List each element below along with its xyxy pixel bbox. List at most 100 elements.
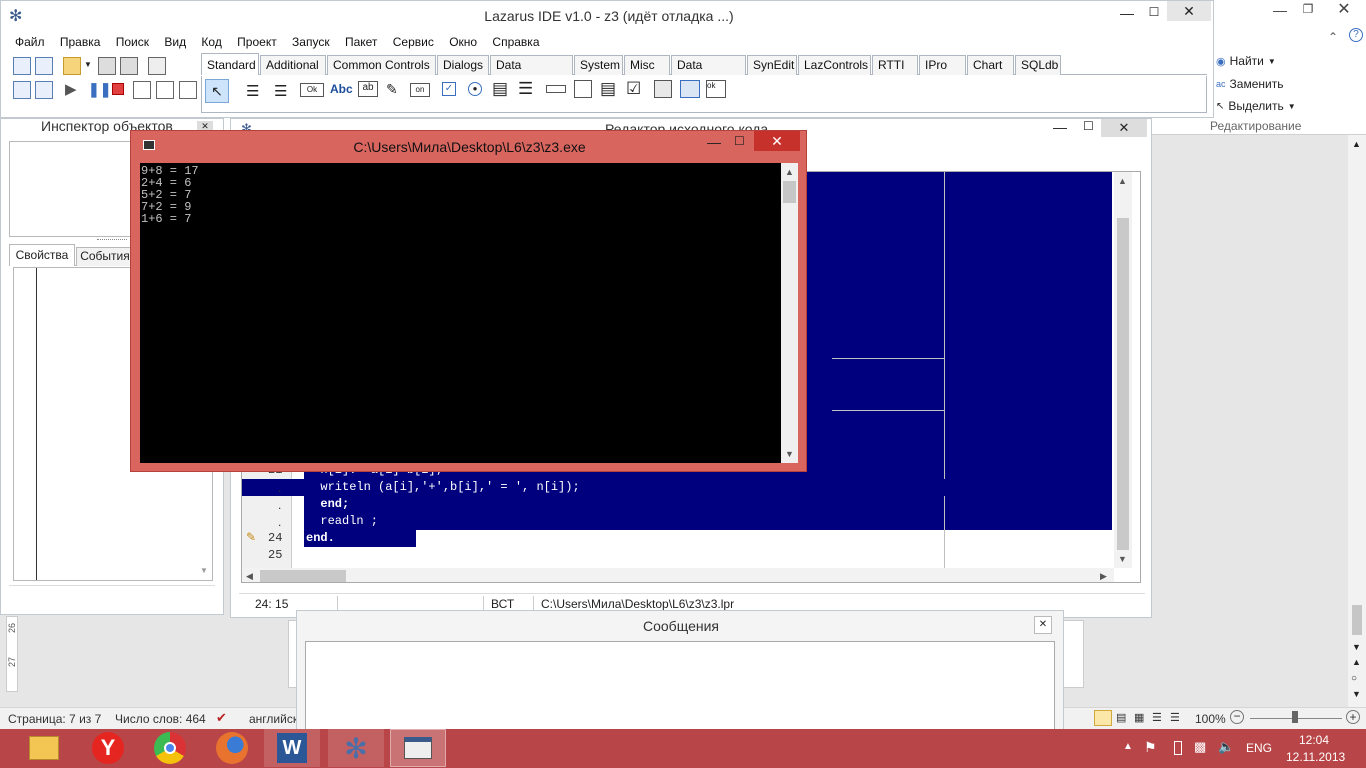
console-maximize-button[interactable]: ☐ — [734, 134, 745, 148]
word-restore-button[interactable]: ❐ — [1295, 2, 1321, 18]
scroll-down-icon[interactable]: ▼ — [1118, 554, 1127, 564]
editor-minimize-button[interactable]: — — [1053, 119, 1067, 135]
word-count[interactable]: Число слов: 464 — [115, 712, 206, 726]
stop-icon[interactable] — [112, 83, 124, 95]
console-taskbar-button[interactable] — [390, 729, 446, 767]
menu-search[interactable]: Поиск — [110, 31, 155, 53]
tab-additional[interactable]: Additional — [260, 55, 326, 75]
show-hidden-icons-icon[interactable]: ▲ — [1123, 741, 1133, 752]
editor-close-button[interactable]: ✕ — [1101, 119, 1147, 137]
toggle-form-icon[interactable] — [148, 57, 166, 75]
tab-standard[interactable]: Standard — [201, 53, 259, 75]
menu-tools[interactable]: Сервис — [387, 31, 440, 53]
console-output[interactable]: 9+8 = 17 2+4 = 6 5+2 = 7 7+2 = 9 1+6 = 7 — [140, 163, 781, 463]
tab-data-access[interactable]: Data Access — [671, 55, 746, 91]
toggle-box-component-icon[interactable]: on — [410, 83, 430, 97]
tab-misc[interactable]: Misc — [624, 55, 670, 75]
grid-scroll-down-icon[interactable]: ▼ — [200, 566, 208, 575]
pointer-tool-icon[interactable]: ↖ — [205, 79, 229, 103]
print-layout-icon[interactable] — [1094, 710, 1112, 726]
tab-sqldb[interactable]: SQLdb — [1015, 55, 1061, 75]
clock-time[interactable]: 12:04 — [1299, 733, 1329, 747]
editor-hscroll[interactable]: ◀ ▶ — [242, 568, 1114, 582]
read-mode-icon[interactable]: ▤ — [1116, 711, 1126, 724]
explorer-taskbar-button[interactable] — [16, 729, 72, 767]
label-component-icon[interactable]: Abc — [330, 82, 353, 96]
action-center-flag-icon[interactable]: ⚑ — [1144, 739, 1157, 756]
tab-properties[interactable]: Свойства — [9, 244, 75, 266]
outline-icon[interactable]: ☰ — [1152, 711, 1162, 724]
console-minimize-button[interactable]: — — [707, 134, 721, 150]
open-dropdown-icon[interactable]: ▼ — [84, 60, 92, 69]
scroll-right-icon[interactable]: ▶ — [1100, 571, 1107, 582]
editor-scroll-thumb[interactable] — [1117, 218, 1129, 550]
help-icon[interactable]: ? — [1349, 28, 1363, 42]
scroll-up-icon[interactable]: ▲ — [785, 167, 794, 177]
editor-vscroll[interactable]: ▲ ▼ — [1114, 172, 1132, 568]
word-minimize-button[interactable]: — — [1267, 2, 1293, 18]
menu-help[interactable]: Справка — [486, 31, 545, 53]
splitter[interactable] — [97, 239, 127, 241]
scroll-thumb[interactable] — [1352, 605, 1362, 635]
tab-ipro[interactable]: IPro — [919, 55, 966, 75]
tab-rtti[interactable]: RTTI — [872, 55, 918, 75]
scroll-left-icon[interactable]: ◀ — [246, 571, 253, 582]
zoom-in-icon[interactable]: + — [1346, 710, 1360, 724]
step-over-icon[interactable] — [156, 81, 174, 99]
messages-list[interactable] — [305, 641, 1055, 741]
tab-common-controls[interactable]: Common Controls — [327, 55, 436, 75]
page-count[interactable]: Страница: 7 из 7 — [8, 712, 101, 726]
editor-hscroll-thumb[interactable] — [260, 570, 346, 582]
lazarus-close-button[interactable]: ✕ — [1167, 1, 1211, 21]
pause-icon[interactable]: ❚❚ — [88, 81, 111, 98]
tab-lazcontrols[interactable]: LazControls — [798, 55, 871, 75]
combobox-component-icon[interactable]: ☰ — [518, 79, 533, 99]
checkbox-component-icon[interactable]: ✓ — [442, 82, 456, 96]
word-taskbar-button[interactable]: W — [264, 729, 320, 767]
firefox-taskbar-button[interactable] — [204, 729, 260, 767]
groupbox-component-icon[interactable] — [574, 80, 592, 98]
scroll-up-icon[interactable]: ▲ — [1118, 176, 1127, 186]
ribbon-collapse-icon[interactable]: ⌃ — [1328, 30, 1338, 44]
network-icon[interactable]: ▩ — [1194, 739, 1206, 755]
listbox-component-icon[interactable]: ▤ — [492, 79, 508, 99]
messages-close-button[interactable]: ✕ — [1034, 616, 1052, 634]
tab-chart[interactable]: Chart — [967, 55, 1014, 75]
step-into-icon[interactable] — [133, 81, 151, 99]
memo-component-icon[interactable]: ✎ — [386, 81, 398, 98]
open-icon[interactable] — [63, 57, 81, 75]
zoom-level[interactable]: 100% — [1195, 712, 1226, 726]
tab-data-controls[interactable]: Data Controls — [490, 55, 573, 91]
menu-run[interactable]: Запуск — [286, 31, 336, 53]
menu-package[interactable]: Пакет — [339, 31, 383, 53]
tab-dialogs[interactable]: Dialogs — [437, 55, 489, 75]
main-menu-component-icon[interactable]: ☰ — [246, 82, 259, 100]
menu-file[interactable]: Файл — [9, 31, 51, 53]
scrollbar-component-icon[interactable] — [546, 85, 566, 93]
new-unit-icon[interactable] — [13, 57, 31, 75]
scroll-down-icon[interactable]: ▼ — [1352, 642, 1361, 652]
prev-page-icon[interactable]: ▲ — [1352, 657, 1361, 667]
scroll-up-icon[interactable]: ▲ — [1352, 139, 1361, 149]
clock-date[interactable]: 12.11.2013 — [1286, 750, 1345, 764]
zoom-out-icon[interactable]: − — [1230, 710, 1244, 724]
view-forms-icon[interactable] — [35, 81, 53, 99]
lazarus-maximize-button[interactable]: ☐ — [1141, 5, 1167, 19]
next-page-icon[interactable]: ▼ — [1352, 689, 1361, 699]
select-button[interactable]: ↖ Выделить ▼ — [1216, 99, 1296, 113]
proofing-icon[interactable]: ✔ — [216, 710, 227, 726]
yandex-taskbar-button[interactable]: Y — [80, 729, 136, 767]
menu-code[interactable]: Код — [195, 31, 227, 53]
scroll-down-icon[interactable]: ▼ — [785, 449, 794, 459]
menu-window[interactable]: Окно — [443, 31, 483, 53]
battery-icon[interactable] — [1174, 741, 1182, 755]
editor-maximize-button[interactable]: ☐ — [1083, 119, 1094, 133]
step-out-icon[interactable] — [179, 81, 197, 99]
lazarus-taskbar-button[interactable]: ✻ — [328, 729, 384, 767]
word-scrollbar[interactable]: ▲ ▼ ▲ ○ ▼ — [1348, 135, 1366, 707]
tab-system[interactable]: System — [574, 55, 623, 75]
console-close-button[interactable]: ✕ — [754, 131, 800, 151]
console-scroll-thumb[interactable] — [783, 181, 796, 203]
language-indicator[interactable]: английск — [249, 712, 298, 726]
popup-menu-component-icon[interactable]: ☰ — [274, 82, 287, 100]
